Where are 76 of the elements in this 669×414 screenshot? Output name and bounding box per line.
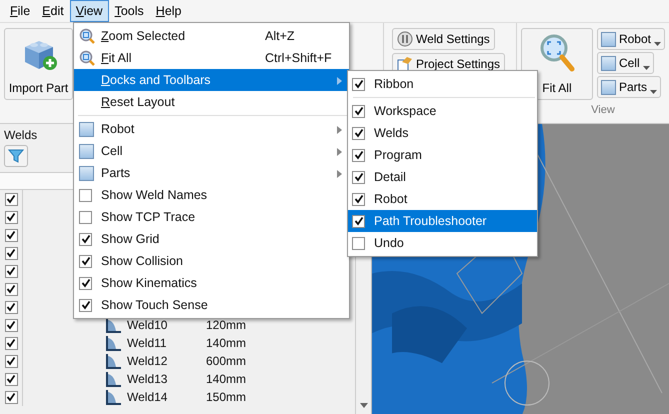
menu-item[interactable]: Show Weld Names: [74, 184, 349, 206]
dropdown-arrow-icon: [642, 66, 650, 70]
dropdown-arrow-icon: [650, 90, 657, 94]
fillet-weld-icon: [105, 389, 123, 405]
checkbox[interactable]: [4, 354, 18, 368]
menu-item[interactable]: Robot: [74, 118, 349, 140]
checkbox[interactable]: [4, 192, 18, 206]
menu-item[interactable]: Parts: [74, 162, 349, 184]
checkbox[interactable]: [4, 228, 18, 242]
checkbox[interactable]: [4, 246, 18, 260]
checkbox[interactable]: [4, 282, 18, 296]
magnifier-icon: [79, 28, 95, 44]
square-icon: [79, 122, 94, 136]
menu-bar-item[interactable]: Tools: [108, 0, 150, 22]
checkbox[interactable]: [4, 390, 18, 404]
fillet-weld-icon: [105, 353, 123, 369]
visibility-dropdown[interactable]: Robot: [596, 28, 665, 50]
menu-item[interactable]: Detail: [348, 166, 537, 188]
gauge-icon: [396, 31, 413, 47]
menu-bar-item[interactable]: View: [70, 0, 109, 22]
weld-name: Weld12: [127, 354, 168, 368]
checkbox[interactable]: [4, 372, 18, 386]
panel-title: Welds: [3, 127, 38, 143]
menu-item[interactable]: Reset Layout: [74, 91, 349, 113]
menu-item[interactable]: Path Troubleshooter: [348, 210, 537, 232]
weld-name: Weld10: [127, 318, 168, 332]
menu-item[interactable]: Fit All Ctrl+Shift+F: [74, 47, 349, 69]
submenu-arrow-icon: [337, 170, 342, 178]
weld-name: Weld13: [127, 372, 168, 386]
menu-item[interactable]: Show Kinematics: [74, 272, 349, 294]
fillet-weld-icon: [105, 317, 123, 333]
weld-length: 150mm: [206, 390, 246, 404]
fillet-weld-icon: [105, 371, 123, 387]
weld-length: 140mm: [206, 372, 246, 386]
dropdown-arrow-icon: [654, 42, 661, 46]
magnifier-icon: [538, 33, 575, 73]
menu-item[interactable]: Workspace: [348, 100, 537, 122]
menu-item[interactable]: Welds: [348, 122, 537, 144]
menu-item[interactable]: Show Touch Sense: [74, 294, 349, 316]
menu-item[interactable]: Cell: [74, 140, 349, 162]
menu-bar-item[interactable]: Edit: [36, 0, 70, 22]
visibility-dropdown[interactable]: Cell: [596, 52, 654, 74]
menu-item[interactable]: Program: [348, 144, 537, 166]
menu-item[interactable]: Undo: [348, 232, 537, 254]
weld-name: Weld14: [127, 390, 168, 404]
submenu-arrow-icon: [337, 77, 342, 85]
menu-item[interactable]: Show TCP Trace: [74, 206, 349, 228]
weld-length: 600mm: [206, 354, 246, 368]
menu-item[interactable]: Show Grid: [74, 228, 349, 250]
checkbox[interactable]: [4, 300, 18, 314]
scroll-down-arrow-icon[interactable]: [358, 403, 368, 409]
weld-settings-button[interactable]: Weld Settings: [392, 28, 495, 50]
checkbox[interactable]: [4, 210, 18, 224]
weld-length: 120mm: [206, 318, 246, 332]
filter-button[interactable]: [4, 145, 28, 167]
visibility-dropdown[interactable]: Parts: [596, 76, 661, 98]
submenu-arrow-icon: [337, 126, 342, 134]
menu-item[interactable]: Zoom Selected Alt+Z: [74, 25, 349, 47]
menu-item[interactable]: Show Collision: [74, 250, 349, 272]
checkbox[interactable]: [4, 318, 18, 332]
fillet-weld-icon: [105, 335, 123, 351]
menu-bar-item[interactable]: Help: [150, 0, 188, 22]
menu-item[interactable]: Docks and Toolbars: [74, 69, 349, 91]
magnifier-icon: [79, 50, 95, 66]
weld-name: Weld11: [127, 336, 168, 350]
weld-length: 140mm: [206, 336, 246, 350]
submenu-arrow-icon: [337, 148, 342, 156]
square-icon: [79, 144, 94, 158]
import-part-button[interactable]: Import Part: [4, 28, 73, 100]
square-icon: [79, 166, 94, 180]
checkbox[interactable]: [4, 264, 18, 278]
checkbox[interactable]: [4, 336, 18, 350]
fit-all-button[interactable]: Fit All: [520, 28, 593, 100]
ribbon-group-label: View: [590, 104, 616, 116]
menu-item[interactable]: Robot: [348, 188, 537, 210]
menu-bar-item[interactable]: File: [4, 0, 36, 22]
